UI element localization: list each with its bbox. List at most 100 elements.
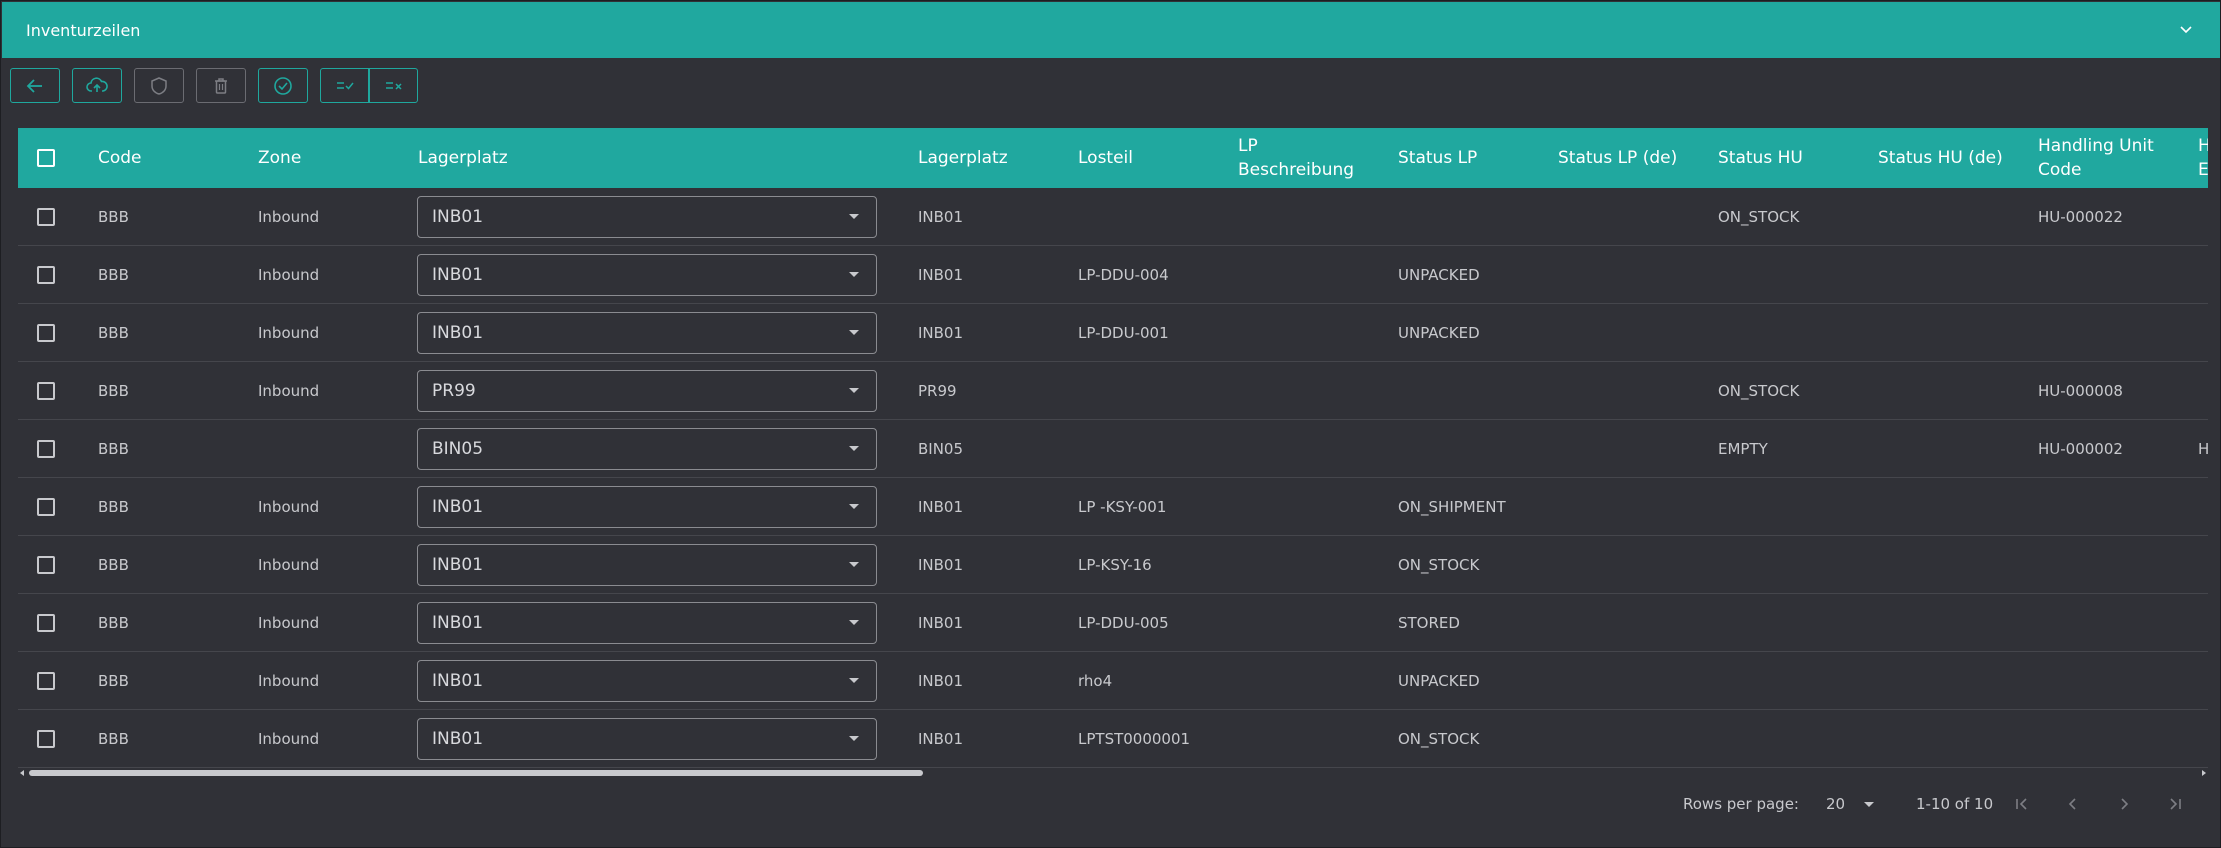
panel-header[interactable]: Inventurzeilen bbox=[2, 2, 2220, 58]
table-header: Code Zone Lagerplatz Lagerplatz Losteil … bbox=[18, 128, 2208, 188]
lagerplatz-select-value: PR99 bbox=[432, 381, 476, 401]
column-header-lagerplatz-select[interactable]: Lagerplatz bbox=[418, 128, 508, 188]
row-checkbox[interactable] bbox=[37, 730, 55, 748]
row-checkbox[interactable] bbox=[37, 324, 55, 342]
lagerplatz-select-value: INB01 bbox=[432, 555, 484, 575]
cell-code: BBB bbox=[98, 324, 129, 342]
dropdown-caret-icon[interactable] bbox=[849, 446, 859, 451]
column-header-lp-beschreibung-line1: LP bbox=[1238, 136, 1258, 156]
dropdown-caret-icon[interactable] bbox=[849, 562, 859, 567]
column-header-status-lp-de[interactable]: Status LP (de) bbox=[1558, 128, 1677, 188]
cell-status-lp: UNPACKED bbox=[1398, 266, 1480, 284]
column-header-next[interactable]: H E bbox=[2198, 128, 2208, 188]
dropdown-caret-icon[interactable] bbox=[849, 504, 859, 509]
cell-next: H bbox=[2198, 440, 2208, 458]
cell-lagerplatz: BIN05 bbox=[918, 440, 964, 458]
scroll-left-arrow-icon[interactable] bbox=[20, 770, 24, 776]
table-row[interactable]: BBB Inbound PR99 ON_STOCK HU-000008 PR99 bbox=[18, 362, 2208, 420]
table-row[interactable]: BBB Inbound INB01 LP-DDU-004 UNPACKED INB01 bbox=[18, 246, 2208, 304]
scrollbar-thumb[interactable] bbox=[29, 770, 923, 776]
row-checkbox[interactable] bbox=[37, 614, 55, 632]
lagerplatz-select[interactable]: PR99 bbox=[417, 370, 877, 412]
lagerplatz-select-value: INB01 bbox=[432, 613, 484, 633]
chevron-down-icon[interactable] bbox=[2176, 20, 2196, 40]
cell-losteil: rho4 bbox=[1078, 672, 1113, 690]
lagerplatz-select[interactable]: INB01 bbox=[417, 196, 877, 238]
dropdown-caret-icon[interactable] bbox=[849, 330, 859, 335]
previous-page-button[interactable] bbox=[2062, 793, 2084, 815]
select-all-checkbox[interactable] bbox=[37, 149, 55, 167]
shield-button[interactable] bbox=[134, 68, 184, 103]
dropdown-caret-icon[interactable] bbox=[849, 620, 859, 625]
cell-zone: Inbound bbox=[258, 382, 320, 400]
table-row[interactable]: BBB Inbound INB01 rho4 UNPACKED INB01 bbox=[18, 652, 2208, 710]
column-header-hu-code[interactable]: Handling Unit Code bbox=[2038, 128, 2154, 188]
cell-lagerplatz: INB01 bbox=[918, 614, 964, 632]
shield-icon bbox=[151, 76, 167, 95]
cloud-upload-icon bbox=[86, 76, 108, 92]
cell-zone: Inbound bbox=[258, 730, 320, 748]
back-button[interactable] bbox=[10, 68, 60, 103]
select-all-button[interactable] bbox=[320, 68, 369, 103]
next-page-button[interactable] bbox=[2113, 793, 2135, 815]
lagerplatz-select[interactable]: INB01 bbox=[417, 254, 877, 296]
table-row[interactable]: BBB Inbound INB01 LP-KSY-16 ON_STOCK INB01 bbox=[18, 536, 2208, 594]
column-header-status-lp[interactable]: Status LP bbox=[1398, 128, 1477, 188]
cell-lagerplatz: INB01 bbox=[918, 324, 964, 342]
horizontal-scrollbar[interactable] bbox=[18, 768, 2208, 778]
row-checkbox[interactable] bbox=[37, 440, 55, 458]
column-header-status-hu[interactable]: Status HU bbox=[1718, 128, 1803, 188]
cell-status-lp: STORED bbox=[1398, 614, 1460, 632]
table-row[interactable]: BBB Inbound INB01 LP -KSY-001 ON_SHIPMENT INB… bbox=[18, 478, 2208, 536]
dropdown-caret-icon[interactable] bbox=[849, 272, 859, 277]
column-header-status-hu-de[interactable]: Status HU (de) bbox=[1878, 128, 2003, 188]
column-header-code[interactable]: Code bbox=[98, 128, 142, 188]
chevron-right-icon bbox=[2121, 798, 2129, 810]
confirm-button[interactable] bbox=[258, 68, 308, 103]
table-row[interactable]: BBB BIN05 EMPTY HU-000002 H BIN05 bbox=[18, 420, 2208, 478]
cell-lagerplatz: INB01 bbox=[918, 498, 964, 516]
lagerplatz-select[interactable]: INB01 bbox=[417, 718, 877, 760]
cell-lagerplatz: INB01 bbox=[918, 672, 964, 690]
cell-code: BBB bbox=[98, 556, 129, 574]
last-page-button[interactable] bbox=[2164, 793, 2186, 815]
lagerplatz-select[interactable]: INB01 bbox=[417, 544, 877, 586]
delete-button[interactable] bbox=[196, 68, 246, 103]
scroll-right-arrow-icon[interactable] bbox=[2202, 770, 2206, 776]
column-header-next-line2: E bbox=[2198, 160, 2208, 180]
dropdown-caret-icon[interactable] bbox=[849, 388, 859, 393]
cell-lagerplatz: INB01 bbox=[918, 266, 964, 284]
dropdown-caret-icon[interactable] bbox=[849, 214, 859, 219]
dropdown-caret-icon[interactable] bbox=[849, 678, 859, 683]
row-checkbox[interactable] bbox=[37, 556, 55, 574]
deselect-all-button[interactable] bbox=[369, 68, 418, 103]
lagerplatz-select-value: INB01 bbox=[432, 323, 484, 343]
column-header-losteil[interactable]: Losteil bbox=[1078, 128, 1133, 188]
table-row[interactable]: BBB Inbound INB01 LP-DDU-001 UNPACKED INB01 bbox=[18, 304, 2208, 362]
lagerplatz-select[interactable]: INB01 bbox=[417, 486, 877, 528]
lagerplatz-select[interactable]: BIN05 bbox=[417, 428, 877, 470]
row-checkbox[interactable] bbox=[37, 498, 55, 516]
table-row[interactable]: BBB Inbound INB01 ON_STOCK HU-000022 INB01 bbox=[18, 188, 2208, 246]
column-header-hu-code-line2: Code bbox=[2038, 160, 2082, 180]
row-checkbox[interactable] bbox=[37, 382, 55, 400]
list-x-icon bbox=[385, 81, 402, 90]
column-header-zone[interactable]: Zone bbox=[258, 128, 301, 188]
table-row[interactable]: BBB Inbound INB01 LP-DDU-005 STORED INB01 bbox=[18, 594, 2208, 652]
column-header-lp-beschreibung[interactable]: LP Beschreibung bbox=[1238, 128, 1354, 188]
chevron-left-icon bbox=[2068, 798, 2076, 810]
row-checkbox[interactable] bbox=[37, 266, 55, 284]
rows-per-page-select[interactable]: 20 bbox=[1826, 795, 1845, 813]
rows-per-page-caret-icon[interactable] bbox=[1864, 802, 1874, 807]
first-page-button[interactable] bbox=[2011, 793, 2033, 815]
lagerplatz-select[interactable]: INB01 bbox=[417, 312, 877, 354]
column-header-lagerplatz[interactable]: Lagerplatz bbox=[918, 128, 1008, 188]
upload-button[interactable] bbox=[72, 68, 122, 103]
cell-lagerplatz: INB01 bbox=[918, 208, 964, 226]
table-row[interactable]: BBB Inbound INB01 LPTST0000001 ON_STOCK INB01 bbox=[18, 710, 2208, 768]
lagerplatz-select[interactable]: INB01 bbox=[417, 602, 877, 644]
row-checkbox[interactable] bbox=[37, 208, 55, 226]
row-checkbox[interactable] bbox=[37, 672, 55, 690]
dropdown-caret-icon[interactable] bbox=[849, 736, 859, 741]
lagerplatz-select[interactable]: INB01 bbox=[417, 660, 877, 702]
